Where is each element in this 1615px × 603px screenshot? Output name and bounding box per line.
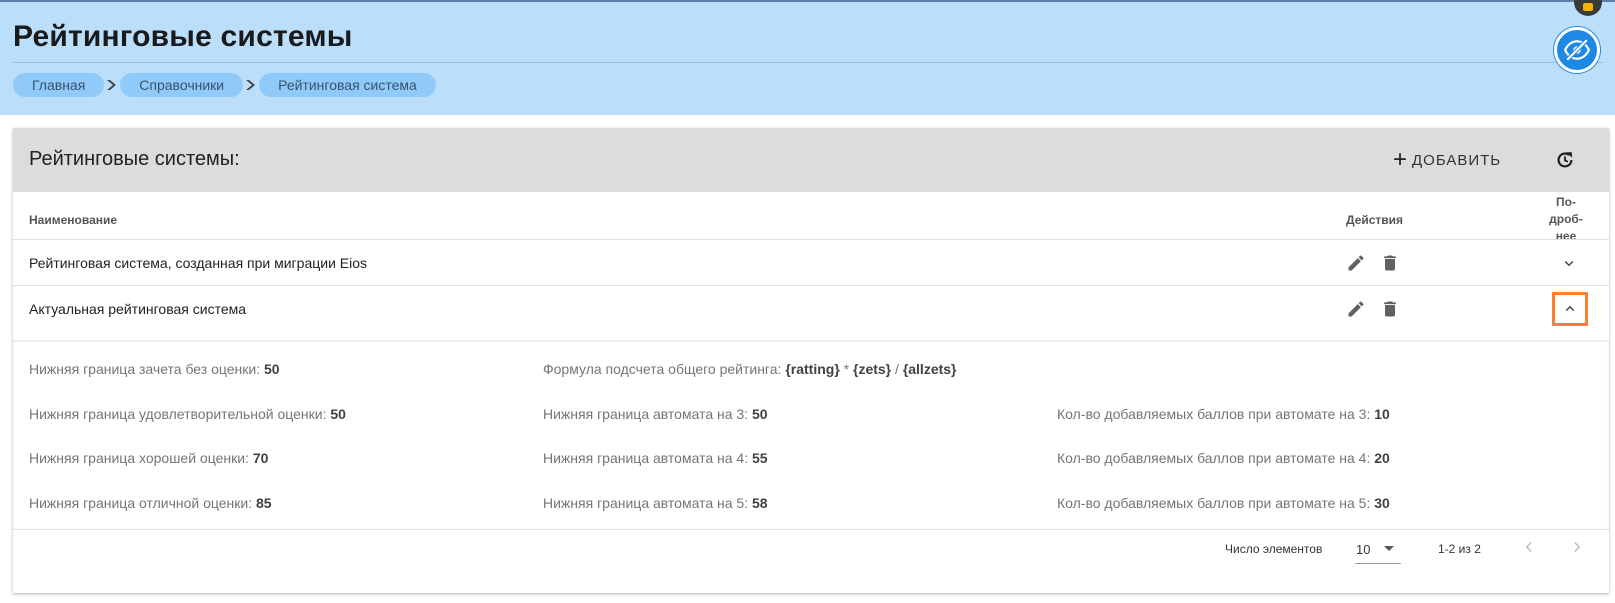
table-row-name: Актуальная рейтинговая система — [29, 301, 247, 317]
chevron-right-icon — [1574, 541, 1581, 553]
add-button[interactable]: + ДОБАВИТЬ — [1393, 146, 1501, 174]
add-button-label: ДОБАВИТЬ — [1412, 151, 1502, 169]
column-header-name[interactable]: Наименование — [29, 213, 117, 227]
detail-item: Нижняя граница автомата на 5: 58 — [543, 495, 768, 511]
delete-button[interactable] — [1377, 250, 1403, 276]
breadcrumb-rating-system[interactable]: Рейтинговая система — [259, 73, 436, 97]
visibility-toggle-button[interactable] — [1554, 27, 1600, 73]
previous-page-button[interactable] — [1516, 534, 1542, 560]
detail-item-formula: Формула подсчета общего рейтинга: {ratti… — [543, 361, 957, 377]
plus-icon: + — [1393, 146, 1409, 173]
edit-button[interactable] — [1343, 250, 1369, 276]
expand-row-button[interactable] — [1556, 250, 1582, 276]
column-header-more-line: нее — [1555, 229, 1577, 243]
card-title: Рейтинговые системы: — [29, 148, 240, 170]
select-underline — [1355, 563, 1401, 564]
detail-item: Нижняя граница зачета без оценки: 50 — [29, 361, 280, 377]
header-divider — [13, 62, 1603, 63]
page-header: Рейтинговые системы Главная Справочники … — [0, 0, 1615, 115]
breadcrumb-home[interactable]: Главная — [13, 73, 105, 97]
row-divider — [13, 285, 1609, 286]
table-row-name: Рейтинговая система, созданная при мигра… — [29, 255, 368, 271]
pagination-range: 1-2 из 2 — [1438, 542, 1481, 556]
trash-icon — [1384, 301, 1396, 317]
collapse-row-button[interactable] — [1552, 292, 1588, 326]
detail-item: Кол-во добавляемых баллов при автомате н… — [1057, 450, 1390, 466]
column-header-more: По- дроб- нее — [1546, 194, 1586, 245]
detail-item: Нижняя граница отличной оценки: 85 — [29, 495, 272, 511]
column-header-actions: Действия — [1346, 213, 1404, 227]
refresh-button[interactable] — [1550, 145, 1580, 175]
pencil-icon — [1348, 301, 1364, 317]
dropdown-arrow-icon[interactable] — [1383, 545, 1395, 553]
chevron-up-icon — [1565, 305, 1575, 312]
items-per-page-label: Число элементов — [1225, 542, 1323, 556]
next-page-button[interactable] — [1564, 534, 1590, 560]
detail-item: Кол-во добавляемых баллов при автомате н… — [1057, 406, 1390, 422]
chevron-right-icon — [243, 73, 259, 97]
breadcrumb-directories[interactable]: Справочники — [120, 73, 244, 97]
rating-systems-card: Рейтинговые системы: + ДОБАВИТЬ Наименов… — [13, 128, 1609, 593]
row-divider — [13, 239, 1609, 240]
chevron-right-icon — [104, 73, 120, 97]
edit-button[interactable] — [1343, 296, 1369, 322]
detail-item: Нижняя граница удовлетворительной оценки… — [29, 406, 346, 422]
detail-item: Нижняя граница автомата на 4: 55 — [543, 450, 768, 466]
detail-item: Нижняя граница хорошей оценки: 70 — [29, 450, 269, 466]
pencil-icon — [1348, 255, 1364, 271]
notification-badge[interactable] — [1574, 0, 1602, 16]
column-header-more-line: дроб- — [1549, 212, 1583, 226]
column-header-more-line: По- — [1556, 195, 1576, 209]
chevron-down-icon — [1564, 260, 1574, 267]
eye-off-icon — [1564, 38, 1590, 62]
breadcrumb: Главная Справочники Рейтинговая система — [13, 73, 436, 97]
chevron-left-icon — [1525, 541, 1532, 553]
items-per-page-select[interactable]: 10 — [1356, 542, 1370, 557]
expanded-row-details: Нижняя граница зачета без оценки: 50 Фор… — [13, 340, 1609, 530]
detail-item: Нижняя граница автомата на 3: 50 — [543, 406, 768, 422]
card-toolbar: Рейтинговые системы: + ДОБАВИТЬ — [13, 128, 1609, 192]
trash-icon — [1384, 255, 1396, 271]
detail-item: Кол-во добавляемых баллов при автомате н… — [1057, 495, 1390, 511]
delete-button[interactable] — [1377, 296, 1403, 322]
refresh-icon — [1557, 152, 1573, 168]
page-title: Рейтинговые системы — [13, 20, 353, 53]
